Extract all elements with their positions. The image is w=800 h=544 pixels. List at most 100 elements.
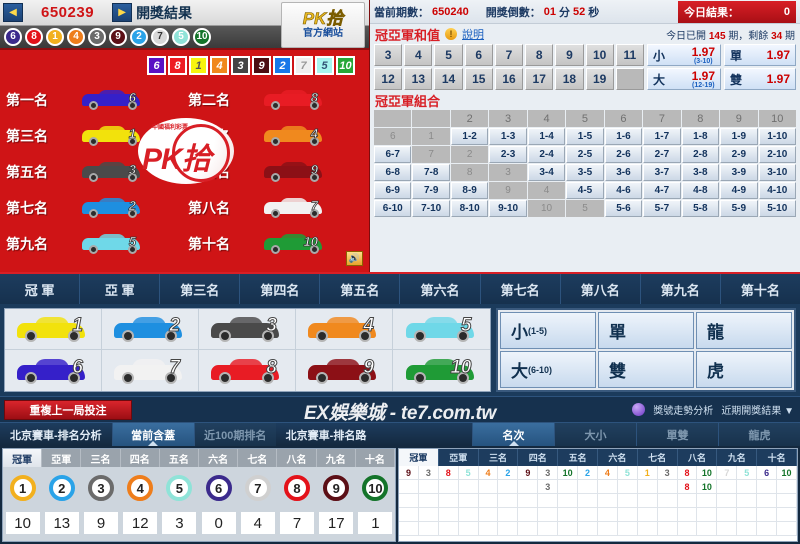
sum-cell-5[interactable]: 5 <box>434 44 463 66</box>
combo-cell-3-9[interactable]: 3-9 <box>720 164 758 181</box>
combo-cell-3-10[interactable]: 3-10 <box>758 164 796 181</box>
trend-tab-五名[interactable]: 五名 <box>558 449 598 466</box>
sum-cell-16[interactable]: 16 <box>494 68 524 90</box>
combo-cell-4-5[interactable]: 4-5 <box>566 182 604 199</box>
info-icon[interactable]: ! <box>445 28 458 40</box>
combo-cell-3-5[interactable]: 3-5 <box>566 164 604 181</box>
sum-cell-3[interactable]: 3 <box>374 44 403 66</box>
sum-big-button[interactable]: 大 1.97 (12-19) <box>647 68 721 90</box>
combo-cell-2-6[interactable]: 2-6 <box>604 146 643 163</box>
combo-cell-2-10[interactable]: 2-10 <box>758 146 796 163</box>
combo-cell-3-8[interactable]: 3-8 <box>681 164 720 181</box>
sum-cell-6[interactable]: 6 <box>464 44 493 66</box>
combo-cell-2-5[interactable]: 2-5 <box>566 146 604 163</box>
car-pick-3[interactable]: 3 <box>199 309 296 350</box>
combo-cell-3-4[interactable]: 3-4 <box>527 164 566 181</box>
trend-tab-六名[interactable]: 六名 <box>598 449 638 466</box>
combo-cell-1-6[interactable]: 1-6 <box>604 128 643 145</box>
combo-cell-6-8[interactable]: 6-8 <box>374 164 412 181</box>
combo-cell-4-10[interactable]: 4-10 <box>758 182 796 199</box>
sum-cell-19[interactable]: 19 <box>585 68 614 90</box>
position-tab-5[interactable]: 第五名 <box>320 274 401 304</box>
combo-cell-1-10[interactable]: 1-10 <box>758 128 796 145</box>
trend-tab-九名[interactable]: 九名 <box>717 449 758 466</box>
recent-results-link[interactable]: 近期開獎結果 ▼ <box>721 402 794 417</box>
rank-stats-tab-三名[interactable]: 三名 <box>81 449 121 467</box>
analysis-tab-龍虎[interactable]: 龍虎 <box>718 423 800 446</box>
trend-tab-三名[interactable]: 三名 <box>479 449 519 466</box>
combo-cell-3-6[interactable]: 3-6 <box>604 164 643 181</box>
combo-cell-6-7[interactable]: 6-7 <box>374 146 412 163</box>
trend-tab-冠軍[interactable]: 冠軍 <box>399 449 439 466</box>
sound-icon[interactable]: 🔊 <box>346 251 363 266</box>
car-pick-4[interactable]: 4 <box>296 309 393 350</box>
sum-cell-15[interactable]: 15 <box>464 68 493 90</box>
sum-cell-9[interactable]: 9 <box>555 44 584 66</box>
analysis-tab-大小[interactable]: 大小 <box>554 423 636 446</box>
rank-stats-tab-四名[interactable]: 四名 <box>121 449 160 467</box>
combo-cell-1-5[interactable]: 1-5 <box>566 128 604 145</box>
rank-stats-tab-八名[interactable]: 八名 <box>277 449 317 467</box>
rank-stats-tab-七名[interactable]: 七名 <box>238 449 278 467</box>
combo-cell-5-8[interactable]: 5-8 <box>681 200 720 217</box>
side-option-雙[interactable]: 雙 <box>598 351 694 388</box>
combo-cell-5-10[interactable]: 5-10 <box>758 200 796 217</box>
position-tab-10[interactable]: 第十名 <box>720 274 800 304</box>
combo-cell-2-8[interactable]: 2-8 <box>681 146 720 163</box>
combo-cell-1-8[interactable]: 1-8 <box>681 128 720 145</box>
sum-cell-4[interactable]: 4 <box>404 44 433 66</box>
position-tab-9[interactable]: 第九名 <box>640 274 721 304</box>
analysis-tab-單雙[interactable]: 單雙 <box>636 423 718 446</box>
sum-odd-button[interactable]: 單 1.97 <box>724 44 796 66</box>
position-tab-7[interactable]: 第七名 <box>480 274 561 304</box>
side-option-龍[interactable]: 龍 <box>696 312 792 349</box>
analysis-tab-當前含蓋[interactable]: 當前含蓋 <box>111 423 194 446</box>
car-pick-1[interactable]: 1 <box>5 309 102 350</box>
combo-cell-2-7[interactable]: 2-7 <box>643 146 681 163</box>
rank-stats-tab-五名[interactable]: 五名 <box>160 449 200 467</box>
trend-tab-十名[interactable]: 十名 <box>757 449 797 466</box>
combo-cell-6-9[interactable]: 6-9 <box>374 182 412 199</box>
combo-cell-1-7[interactable]: 1-7 <box>643 128 681 145</box>
side-option-單[interactable]: 單 <box>598 312 694 349</box>
side-option-大[interactable]: 大 (6-10) <box>500 351 596 388</box>
sum-small-button[interactable]: 小 1.97 (3-10) <box>647 44 721 66</box>
combo-cell-2-9[interactable]: 2-9 <box>720 146 758 163</box>
sum-cell-7[interactable]: 7 <box>494 44 524 66</box>
rank-stats-tab-亞軍[interactable]: 亞軍 <box>42 449 82 467</box>
repeat-last-bet-button[interactable]: 重複上一局投注 <box>4 399 132 420</box>
combo-cell-5-9[interactable]: 5-9 <box>720 200 758 217</box>
sum-cell-14[interactable]: 14 <box>434 68 463 90</box>
car-pick-10[interactable]: 10 <box>393 350 490 391</box>
car-pick-5[interactable]: 5 <box>393 309 490 350</box>
position-tab-2[interactable]: 亞 軍 <box>80 274 161 304</box>
combo-cell-1-2[interactable]: 1-2 <box>450 128 489 145</box>
trend-tab-四名[interactable]: 四名 <box>518 449 559 466</box>
combo-cell-6-10[interactable]: 6-10 <box>374 200 412 217</box>
car-pick-8[interactable]: 8 <box>199 350 296 391</box>
combo-cell-1-9[interactable]: 1-9 <box>720 128 758 145</box>
trend-tab-亞軍[interactable]: 亞軍 <box>439 449 479 466</box>
position-tab-3[interactable]: 第三名 <box>160 274 241 304</box>
sum-cell-10[interactable]: 10 <box>585 44 614 66</box>
position-tab-6[interactable]: 第六名 <box>400 274 481 304</box>
car-pick-6[interactable]: 6 <box>5 350 102 391</box>
combo-cell-7-9[interactable]: 7-9 <box>412 182 450 199</box>
sum-cell-12[interactable]: 12 <box>374 68 403 90</box>
position-tab-4[interactable]: 第四名 <box>240 274 321 304</box>
combo-cell-4-9[interactable]: 4-9 <box>720 182 758 199</box>
combo-cell-4-7[interactable]: 4-7 <box>643 182 681 199</box>
rank-stats-tab-十名[interactable]: 十名 <box>356 449 396 467</box>
combo-cell-8-10[interactable]: 8-10 <box>450 200 489 217</box>
sum-cell-13[interactable]: 13 <box>404 68 433 90</box>
position-tab-1[interactable]: 冠 軍 <box>0 274 81 304</box>
analysis-tab-近100期排名[interactable]: 近100期排名 <box>193 423 276 446</box>
combo-cell-5-6[interactable]: 5-6 <box>604 200 643 217</box>
analysis-tab-名次[interactable]: 名次 <box>472 423 554 446</box>
car-pick-7[interactable]: 7 <box>102 350 199 391</box>
position-tab-8[interactable]: 第八名 <box>560 274 641 304</box>
combo-cell-2-4[interactable]: 2-4 <box>527 146 566 163</box>
combo-cell-9-10[interactable]: 9-10 <box>489 200 527 217</box>
rank-stats-tab-冠軍[interactable]: 冠軍 <box>3 449 43 467</box>
combo-cell-1-4[interactable]: 1-4 <box>527 128 566 145</box>
